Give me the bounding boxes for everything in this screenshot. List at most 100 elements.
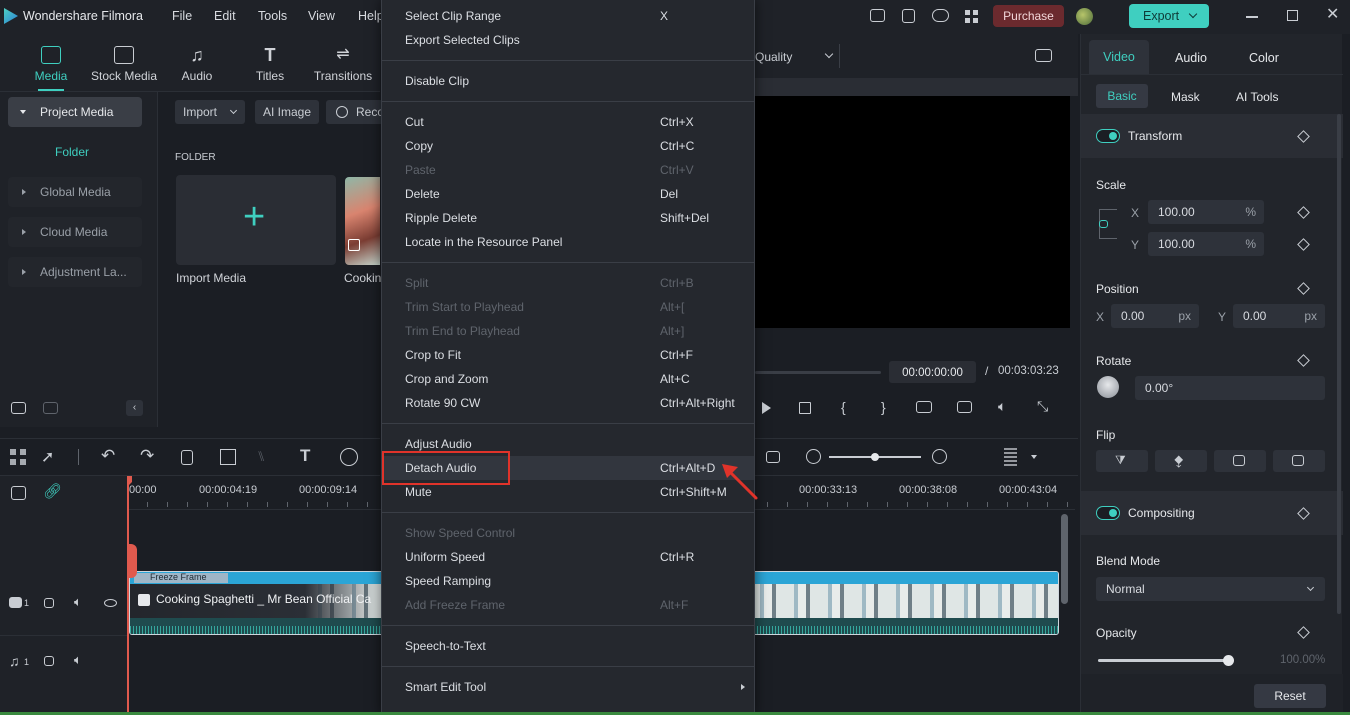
transform-toggle[interactable] xyxy=(1096,129,1120,143)
scene-detect-icon[interactable] xyxy=(10,449,26,465)
nav-project-media[interactable]: Project Media xyxy=(8,97,142,127)
export-button[interactable]: Export xyxy=(1129,4,1209,28)
nav-adjustment-layer[interactable]: Adjustment La... xyxy=(8,257,142,287)
current-time-box[interactable]: 00:00:00:00 xyxy=(889,361,976,383)
video-clip-thumbnail[interactable] xyxy=(345,177,380,265)
menu-item-speed-ramping[interactable]: Speed Ramping xyxy=(382,569,754,593)
tab-audio[interactable]: ♫ Audio xyxy=(162,34,232,92)
panel-scrollbar[interactable] xyxy=(1337,114,1341,614)
nav-cloud-media[interactable]: Cloud Media xyxy=(8,217,142,247)
menu-item-smart-edit-tool[interactable]: Smart Edit Tool xyxy=(382,675,754,699)
text-tool-icon[interactable]: T xyxy=(300,446,310,466)
rotate-cw-button[interactable] xyxy=(1214,450,1266,472)
menu-item-rotate-90-cw[interactable]: Rotate 90 CW Ctrl+Alt+Right xyxy=(382,391,754,415)
menu-item-export-selected-clips[interactable]: Export Selected Clips xyxy=(382,28,754,52)
play-icon[interactable] xyxy=(762,402,771,414)
timeline-scrollbar[interactable] xyxy=(1061,514,1068,604)
menu-item-locate-resource[interactable]: Locate in the Resource Panel xyxy=(382,230,754,254)
fit-timeline-icon[interactable] xyxy=(766,451,780,463)
rotate-input[interactable]: 0.00° xyxy=(1135,376,1325,400)
select-arrow-icon[interactable]: ➚ xyxy=(41,447,54,467)
flip-horizontal-button[interactable]: ⧩ xyxy=(1096,450,1148,472)
add-track-icon[interactable] xyxy=(11,486,26,500)
blend-mode-select[interactable]: Normal xyxy=(1096,577,1325,601)
tab-transitions[interactable]: ⇌ Transitions xyxy=(308,34,378,92)
subtab-basic[interactable]: Basic xyxy=(1096,84,1148,108)
close-icon[interactable]: ✕ xyxy=(1326,7,1340,23)
undo-icon[interactable]: ↶ xyxy=(101,446,115,466)
link-icon[interactable]: 🔗︎ xyxy=(43,482,62,500)
keyframe-diamond-icon[interactable] xyxy=(1297,507,1310,520)
keyframe-diamond-icon[interactable] xyxy=(1297,626,1310,639)
menu-item-uniform-speed[interactable]: Uniform Speed Ctrl+R xyxy=(382,545,754,569)
compositing-toggle[interactable] xyxy=(1096,506,1120,520)
keyframe-diamond-icon[interactable] xyxy=(1297,130,1310,143)
grid-apps-icon[interactable] xyxy=(965,10,978,23)
speed-clock-icon[interactable] xyxy=(340,448,358,466)
keyframe-diamond-icon[interactable] xyxy=(1297,206,1310,219)
tab-video[interactable]: Video xyxy=(1089,40,1149,74)
preview-screen[interactable] xyxy=(755,96,1070,328)
tab-color[interactable]: Color xyxy=(1249,51,1279,65)
keyframe-diamond-icon[interactable] xyxy=(1297,354,1310,367)
waveform-chart-icon[interactable] xyxy=(1035,49,1052,62)
chevron-down-icon[interactable] xyxy=(824,49,834,59)
import-folder-icon[interactable] xyxy=(43,402,58,414)
fullscreen-icon[interactable]: ⤡ xyxy=(1037,398,1048,415)
opacity-slider[interactable] xyxy=(1098,655,1234,666)
caret-down-icon[interactable] xyxy=(1031,455,1037,459)
subtab-mask[interactable]: Mask xyxy=(1171,90,1200,104)
stop-icon[interactable] xyxy=(799,402,811,414)
new-folder-icon[interactable] xyxy=(11,402,26,414)
menu-view[interactable]: View xyxy=(308,9,335,23)
volume-icon[interactable]: 🔈︎ xyxy=(998,398,1006,415)
scale-x-input[interactable]: 100.00 % xyxy=(1148,200,1264,224)
subtab-ai-tools[interactable]: AI Tools xyxy=(1236,90,1278,104)
track-layout-icon[interactable] xyxy=(1004,448,1017,466)
speaker-icon[interactable]: 🔈︎ xyxy=(74,652,82,668)
marker-tab[interactable] xyxy=(128,544,137,578)
menu-item-speech-to-text[interactable]: Speech-to-Text xyxy=(382,634,754,658)
lock-icon[interactable] xyxy=(1099,220,1108,228)
tab-media[interactable]: Media xyxy=(16,34,86,92)
zoom-slider-thumb[interactable] xyxy=(871,453,879,461)
menu-edit[interactable]: Edit xyxy=(214,9,236,23)
tab-titles[interactable]: T Titles xyxy=(235,34,305,92)
lock-icon[interactable] xyxy=(44,598,54,608)
record-button[interactable]: Reco xyxy=(326,100,386,124)
menu-help[interactable]: Help xyxy=(358,9,384,23)
import-dropdown[interactable]: Import xyxy=(175,100,245,124)
collapse-panel-icon[interactable]: ‹ xyxy=(126,400,143,416)
import-media-tile[interactable]: + xyxy=(176,175,336,265)
rotate-ccw-button[interactable] xyxy=(1273,450,1325,472)
mark-out-icon[interactable]: } xyxy=(881,399,886,415)
crop-icon[interactable] xyxy=(220,449,236,465)
minimize-icon[interactable] xyxy=(1246,16,1258,18)
playhead[interactable] xyxy=(127,476,129,715)
nav-folder[interactable]: Folder xyxy=(55,145,89,159)
speaker-icon[interactable]: 🔈︎ xyxy=(74,594,82,610)
transform-section[interactable]: Transform xyxy=(1081,114,1343,158)
menu-item-select-clip-range[interactable]: Select Clip Range X xyxy=(382,4,754,28)
layout-icon[interactable] xyxy=(870,9,885,22)
position-y-input[interactable]: 0.00 px xyxy=(1233,304,1325,328)
avatar[interactable] xyxy=(1076,8,1093,25)
cloud-upload-icon[interactable] xyxy=(932,9,949,22)
compositing-section[interactable]: Compositing xyxy=(1081,491,1343,535)
zoom-in-icon[interactable] xyxy=(932,449,947,464)
scale-y-input[interactable]: 100.00 % xyxy=(1148,232,1264,256)
zoom-out-icon[interactable] xyxy=(806,449,821,464)
opacity-slider-thumb[interactable] xyxy=(1223,655,1234,666)
ai-image-button[interactable]: AI Image xyxy=(255,100,320,124)
menu-item-delete[interactable]: Delete Del xyxy=(382,182,754,206)
tab-audio-props[interactable]: Audio xyxy=(1175,51,1207,65)
save-icon[interactable] xyxy=(902,9,915,23)
opacity-value[interactable]: 100.00 xyxy=(1280,654,1315,666)
purchase-button[interactable]: Purchase xyxy=(993,5,1064,27)
menu-tools[interactable]: Tools xyxy=(258,9,287,23)
render-preview-icon[interactable] xyxy=(916,401,932,413)
mark-in-icon[interactable]: { xyxy=(841,399,846,415)
menu-item-crop-to-fit[interactable]: Crop to Fit Ctrl+F xyxy=(382,343,754,367)
position-x-input[interactable]: 0.00 px xyxy=(1111,304,1199,328)
snapshot-camera-icon[interactable] xyxy=(957,401,972,413)
